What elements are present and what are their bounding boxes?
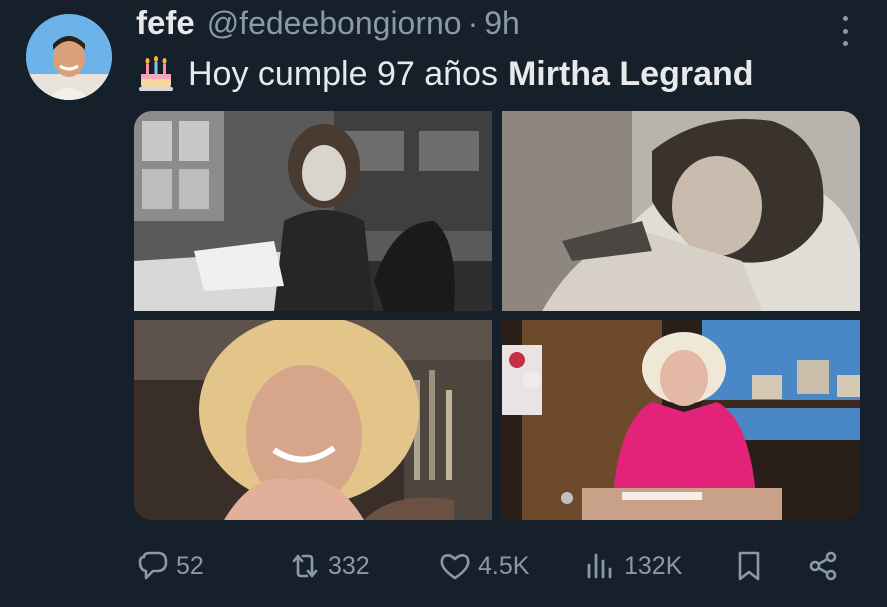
birthday-cake-icon — [139, 56, 173, 91]
retweet-button[interactable]: 332 — [288, 549, 370, 583]
timestamp[interactable]: 9h — [484, 5, 520, 42]
retweet-icon — [292, 554, 318, 578]
views-icon — [587, 553, 612, 579]
avatar[interactable] — [26, 14, 112, 100]
tweet-header: fefe @fedeebongiorno · 9h — [136, 4, 520, 48]
more-options-icon[interactable] — [833, 16, 857, 46]
tweet-text-prefix: Hoy cumple 97 años — [188, 54, 498, 93]
tweet-text: Hoy cumple 97 años Mirtha Legrand — [136, 54, 754, 94]
reply-count: 52 — [176, 551, 204, 580]
share-icon — [809, 551, 837, 581]
media-grid — [134, 111, 860, 520]
user-handle[interactable]: @fedeebongiorno — [207, 5, 462, 42]
display-name[interactable]: fefe — [136, 4, 195, 42]
bookmark-icon — [738, 551, 760, 581]
views-count: 132K — [624, 551, 683, 580]
photo-3[interactable] — [134, 320, 492, 520]
tweet-actions: 52 332 4.5K 132K — [136, 544, 846, 588]
reply-icon — [138, 551, 168, 580]
like-button[interactable]: 4.5K — [438, 549, 529, 583]
retweet-count: 332 — [328, 551, 370, 580]
photo-4[interactable] — [502, 320, 860, 520]
views-button[interactable]: 132K — [584, 549, 682, 583]
reply-button[interactable]: 52 — [136, 549, 204, 583]
photo-1[interactable] — [134, 111, 492, 311]
photo-2[interactable] — [502, 111, 860, 311]
share-button[interactable] — [806, 549, 846, 583]
bookmark-button[interactable] — [732, 549, 772, 583]
tweet-text-bold: Mirtha Legrand — [507, 54, 754, 93]
separator-dot: · — [467, 5, 479, 41]
heart-icon — [440, 554, 470, 580]
avatar-image — [26, 14, 112, 100]
like-count: 4.5K — [478, 551, 530, 580]
